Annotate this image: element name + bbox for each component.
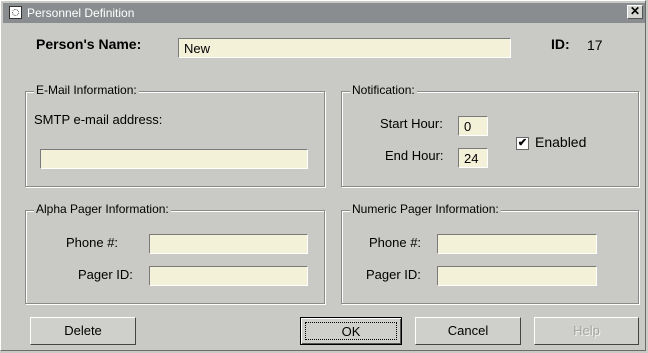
notification-group: Notification: Start Hour: End Hour: ✔ En… — [341, 83, 639, 187]
email-info-group: E-Mail Information: SMTP e-mail address: — [25, 83, 325, 187]
end-hour-input[interactable] — [458, 148, 488, 168]
enabled-checkbox[interactable]: ✔ — [516, 137, 529, 150]
start-hour-label: Start Hour: — [380, 116, 443, 131]
smtp-address-input[interactable] — [40, 149, 308, 169]
id-label: ID: — [551, 36, 570, 52]
alpha-phone-input[interactable] — [149, 234, 308, 254]
persons-name-input[interactable] — [178, 38, 511, 58]
numeric-phone-input[interactable] — [437, 234, 597, 254]
close-button[interactable]: ✕ — [627, 5, 643, 19]
window-title: Personnel Definition — [27, 6, 135, 20]
start-hour-input[interactable] — [458, 116, 488, 136]
alpha-pager-id-input[interactable] — [149, 266, 308, 286]
smtp-address-label: SMTP e-mail address: — [34, 112, 163, 127]
title-bar[interactable]: Personnel Definition ✕ — [3, 3, 645, 23]
alpha-pager-group-title: Alpha Pager Information: — [34, 202, 171, 216]
enabled-label: Enabled — [535, 134, 587, 150]
persons-name-label: Person's Name: — [36, 36, 142, 52]
app-icon — [9, 6, 22, 19]
numeric-pager-group-title: Numeric Pager Information: — [350, 202, 501, 216]
notification-group-title: Notification: — [350, 83, 417, 97]
email-info-group-title: E-Mail Information: — [34, 83, 139, 97]
ok-button[interactable]: OK — [300, 317, 402, 345]
alpha-pager-id-label: Pager ID: — [78, 267, 133, 282]
numeric-phone-label: Phone #: — [369, 235, 422, 250]
personnel-definition-dialog: Personnel Definition ✕ Person's Name: ID… — [0, 0, 646, 351]
help-button: Help — [534, 317, 639, 345]
numeric-pager-id-label: Pager ID: — [366, 267, 421, 282]
end-hour-label: End Hour: — [385, 148, 444, 163]
cancel-button[interactable]: Cancel — [415, 317, 521, 345]
delete-button[interactable]: Delete — [30, 317, 136, 345]
id-value: 17 — [587, 37, 603, 53]
alpha-pager-group: Alpha Pager Information: Phone #: Pager … — [25, 202, 325, 304]
alpha-phone-label: Phone #: — [66, 235, 119, 250]
numeric-pager-group: Numeric Pager Information: Phone #: Page… — [341, 202, 639, 304]
numeric-pager-id-input[interactable] — [437, 266, 597, 286]
ok-button-label: OK — [305, 322, 397, 340]
